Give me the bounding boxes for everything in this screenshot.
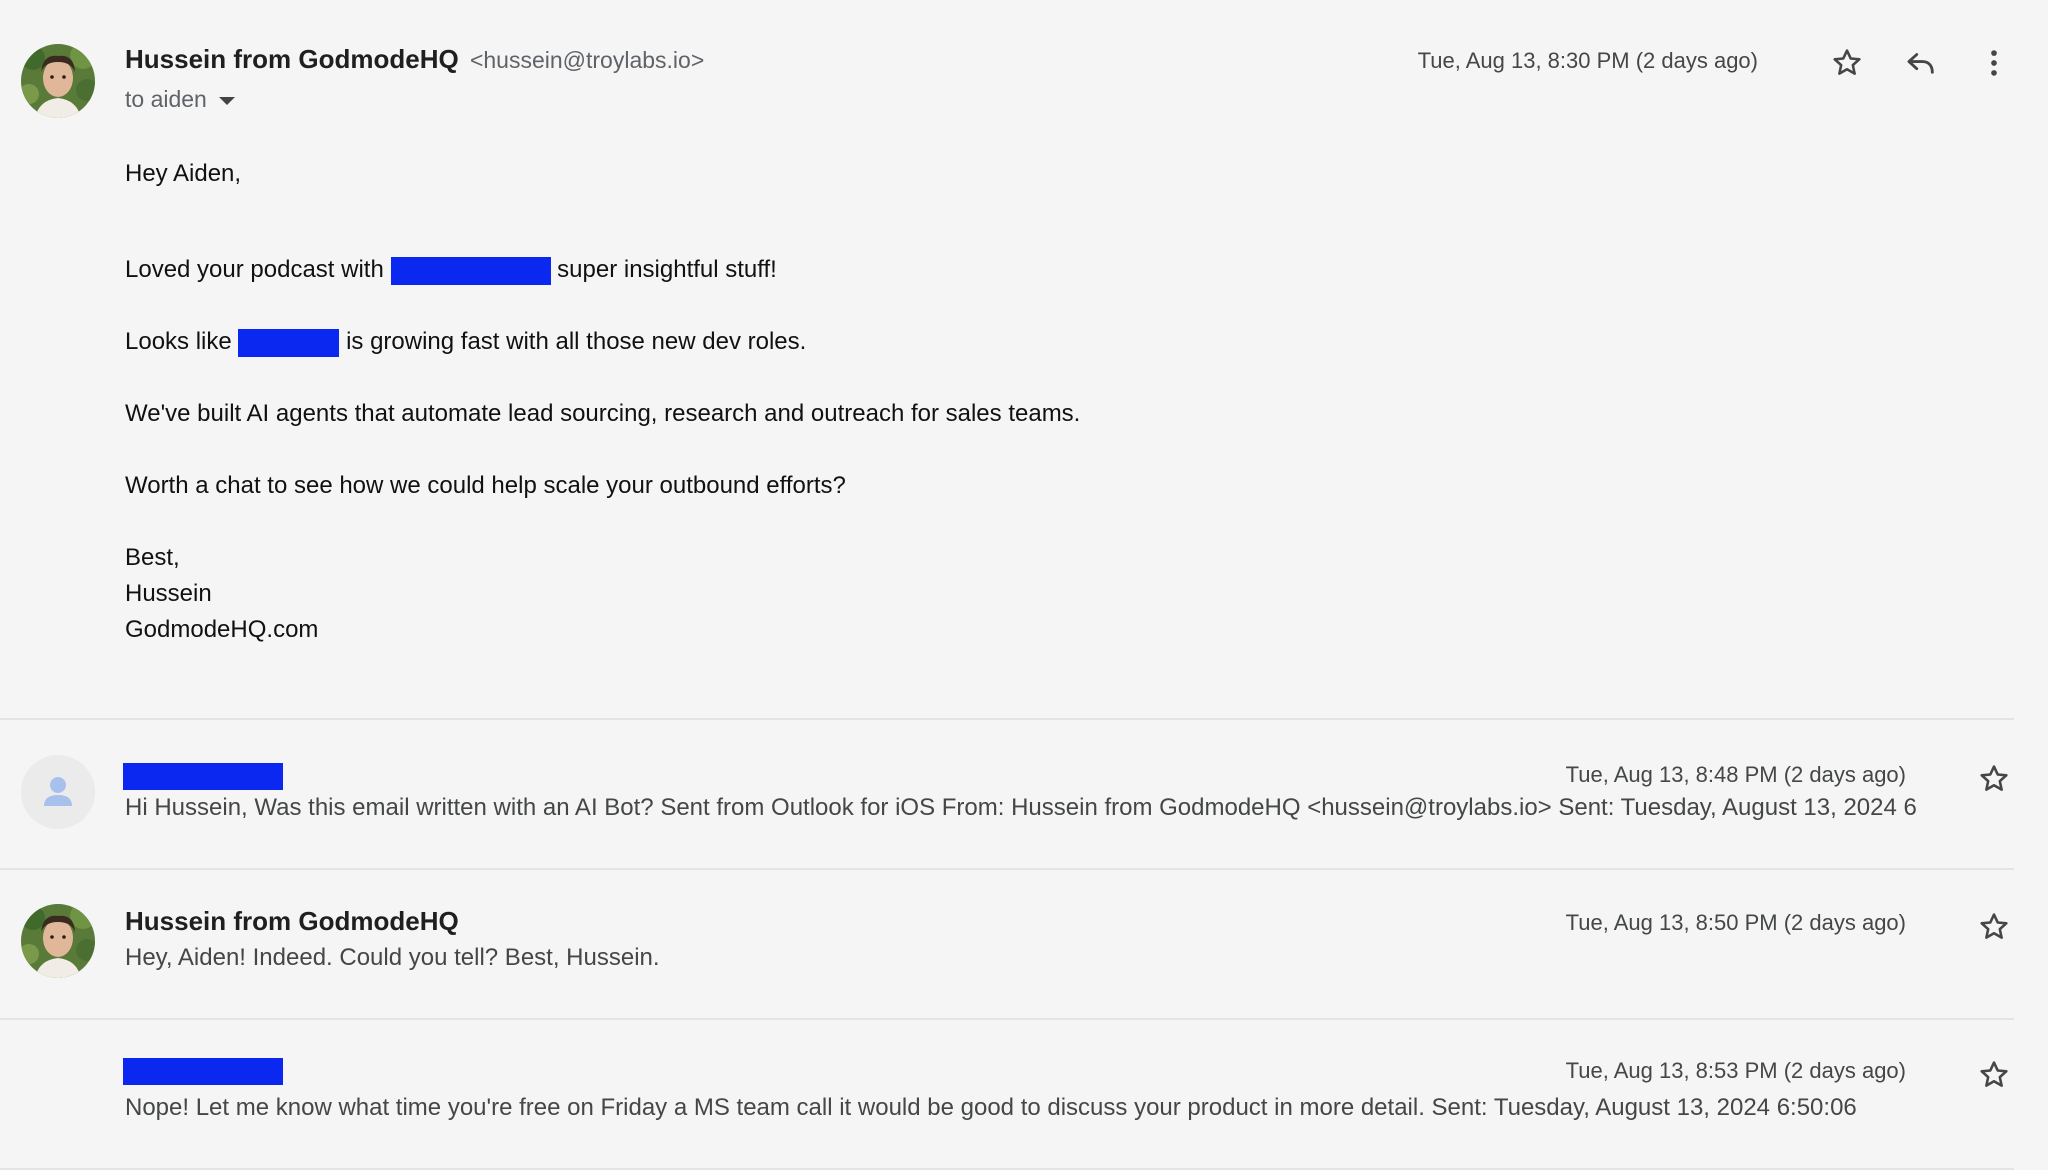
redacted-sender-name xyxy=(123,763,283,790)
body-text-fragment: super insightful stuff! xyxy=(557,256,777,283)
star-icon xyxy=(1980,913,2008,939)
star-icon xyxy=(1980,765,2008,791)
redacted-block xyxy=(238,328,340,357)
redacted-sender-name xyxy=(123,1058,283,1085)
signature-name: Hussein xyxy=(125,580,212,607)
person-icon xyxy=(21,755,95,829)
body-text-fragment: Loved your podcast with xyxy=(125,256,384,283)
sender-email: <hussein@troylabs.io> xyxy=(469,47,705,73)
sender-name[interactable]: Hussein from GodmodeHQ xyxy=(125,44,459,74)
body-line-podcast: Loved your podcast with super insightful… xyxy=(125,252,1080,288)
message-body: Hey Aiden, Loved your podcast with super… xyxy=(125,156,1080,648)
sender-name[interactable]: Hussein from GodmodeHQ xyxy=(125,906,459,937)
recipients-toggle[interactable]: to aiden xyxy=(125,86,235,113)
message-expanded: Hussein from GodmodeHQ <hussein@troylabs… xyxy=(0,0,2014,720)
caret-down-icon xyxy=(218,96,235,105)
reply-icon xyxy=(1907,53,1934,74)
message-date: Tue, Aug 13, 8:53 PM (2 days ago) xyxy=(1565,1058,1906,1083)
more-vert-icon xyxy=(1991,50,1997,76)
body-line-growth: Looks like is growing fast with all thos… xyxy=(125,324,1080,360)
signoff: Best, xyxy=(125,544,180,571)
message-date: Tue, Aug 13, 8:48 PM (2 days ago) xyxy=(1565,762,1906,787)
message-collapsed[interactable]: Tue, Aug 13, 8:53 PM (2 days ago) Nope! … xyxy=(0,1020,2014,1170)
message-snippet: Hi Hussein, Was this email written with … xyxy=(125,794,1917,821)
body-line-question: Worth a chat to see how we could help sc… xyxy=(125,472,846,499)
greeting: Hey Aiden, xyxy=(125,160,242,187)
body-text-fragment: is growing fast with all those new dev r… xyxy=(346,328,807,355)
message-date: Tue, Aug 13, 8:50 PM (2 days ago) xyxy=(1565,910,1906,935)
message-snippet: Hey, Aiden! Indeed. Could you tell? Best… xyxy=(125,944,660,971)
recipients-label: to aiden xyxy=(125,86,207,112)
star-button[interactable] xyxy=(1972,757,2016,801)
star-button[interactable] xyxy=(1972,905,2016,949)
message-date: Tue, Aug 13, 8:30 PM (2 days ago) xyxy=(1417,48,1758,73)
message-collapsed[interactable]: Tue, Aug 13, 8:48 PM (2 days ago) Hi Hus… xyxy=(0,720,2014,870)
more-options-button[interactable] xyxy=(1972,41,2016,85)
star-icon xyxy=(1980,1061,2008,1087)
sender-avatar[interactable] xyxy=(21,755,95,829)
star-icon xyxy=(1833,49,1861,75)
reply-button[interactable] xyxy=(1899,41,1943,85)
sender-avatar[interactable] xyxy=(21,904,95,978)
star-button[interactable] xyxy=(1972,1053,2016,1097)
redacted-block xyxy=(390,256,551,285)
star-button[interactable] xyxy=(1825,41,1869,85)
sender-line: Hussein from GodmodeHQ <hussein@troylabs… xyxy=(125,44,704,75)
message-collapsed[interactable]: Hussein from GodmodeHQ Tue, Aug 13, 8:50… xyxy=(0,870,2014,1020)
body-text-fragment: Looks like xyxy=(125,328,232,355)
body-line-agents: We've built AI agents that automate lead… xyxy=(125,400,1081,427)
sender-avatar[interactable] xyxy=(21,44,95,118)
signature-site: GodmodeHQ.com xyxy=(125,616,319,643)
message-snippet: Nope! Let me know what time you're free … xyxy=(125,1094,1857,1121)
